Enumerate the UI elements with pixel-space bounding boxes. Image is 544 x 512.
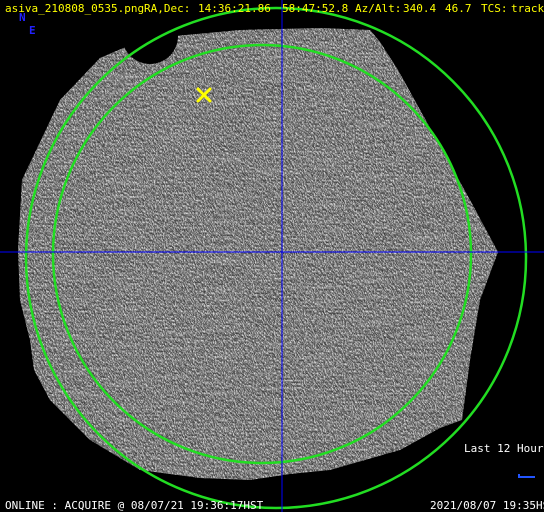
dec-value: 58:47:52.8 xyxy=(282,2,349,15)
image-timestamp: 2021/08/07 19:35HST xyxy=(430,499,544,512)
tcs-value: track xyxy=(511,2,544,15)
time-range-label: Last 12 Hours xyxy=(464,442,544,455)
sky-image-region xyxy=(18,28,498,480)
compass-north: N xyxy=(19,11,26,24)
alt-value: 46.7 xyxy=(445,2,472,15)
allsky-image xyxy=(0,0,544,512)
tcs-label: TCS: xyxy=(481,2,508,15)
legend-key-icon xyxy=(518,474,535,478)
compass-east: E xyxy=(29,24,36,37)
header-bar: asiva_210808_0535.png RA,Dec: 14:36:21.8… xyxy=(0,0,544,16)
allsky-camera-viewer[interactable]: asiva_210808_0535.png RA,Dec: 14:36:21.8… xyxy=(0,0,544,512)
image-filename: asiva_210808_0535.png xyxy=(5,2,145,15)
acquire-status: ONLINE : ACQUIRE @ 08/07/21 19:36:17HST xyxy=(5,499,264,512)
az-value: 340.4 xyxy=(403,2,437,15)
ra-value: 14:36:21.86 xyxy=(198,2,271,15)
radec-label: RA,Dec: xyxy=(144,2,191,15)
azalt-label: Az/Alt: xyxy=(355,2,402,15)
